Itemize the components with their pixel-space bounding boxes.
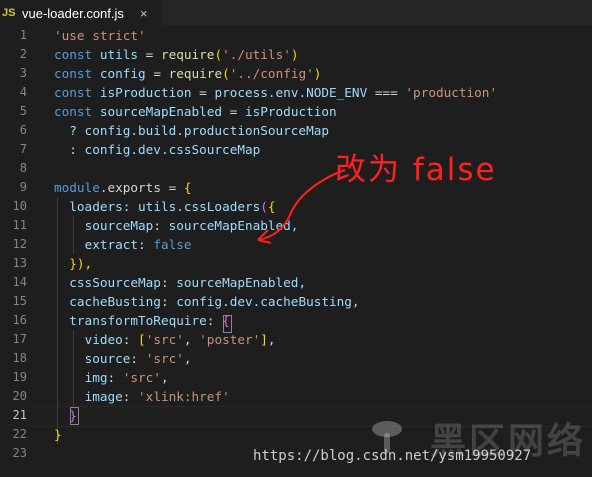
watermark-url: https://blog.csdn.net/ysm19950927 bbox=[253, 448, 532, 464]
annotation-note: 改为 false bbox=[335, 144, 535, 189]
annotation-arrow bbox=[257, 169, 346, 244]
watermark: 黑区网络 bbox=[360, 412, 592, 462]
annotation-text: 改为 false bbox=[335, 152, 497, 188]
